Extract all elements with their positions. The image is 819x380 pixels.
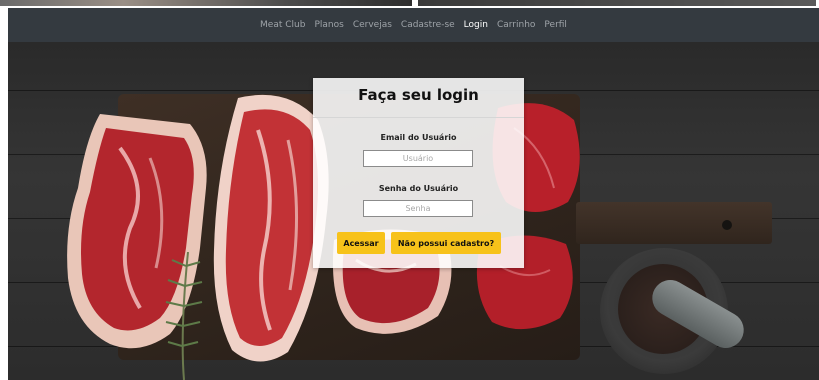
top-strip-left (0, 0, 412, 6)
top-strip-right (418, 0, 816, 6)
email-label: Email do Usuário (380, 133, 457, 142)
nav-item-cadastre-se[interactable]: Cadastre-se (401, 20, 455, 30)
hero-background: Faça seu login Email do Usuário Senha do… (8, 42, 819, 380)
nav-item-login[interactable]: Login (464, 20, 488, 30)
card-divider (313, 117, 524, 118)
page: Meat Club Planos Cervejas Cadastre-se Lo… (8, 8, 819, 380)
top-strip (0, 0, 819, 8)
nav-item-cervejas[interactable]: Cervejas (353, 20, 392, 30)
cutting-board-handle (576, 202, 772, 244)
login-submit-button[interactable]: Acessar (337, 232, 385, 254)
register-button[interactable]: Não possui cadastro? (391, 232, 501, 254)
navbar: Meat Club Planos Cervejas Cadastre-se Lo… (8, 8, 819, 42)
login-title: Faça seu login (358, 86, 479, 104)
login-card: Faça seu login Email do Usuário Senha do… (313, 78, 524, 268)
nav-item-carrinho[interactable]: Carrinho (497, 20, 535, 30)
nav-item-perfil[interactable]: Perfil (544, 20, 567, 30)
nav-brand[interactable]: Meat Club (260, 20, 305, 30)
nav-item-planos[interactable]: Planos (314, 20, 343, 30)
rosemary-image (165, 252, 203, 380)
email-input[interactable] (363, 150, 473, 167)
password-input[interactable] (363, 200, 473, 217)
cutting-board-hole (722, 220, 732, 230)
password-label: Senha do Usuário (378, 184, 459, 193)
